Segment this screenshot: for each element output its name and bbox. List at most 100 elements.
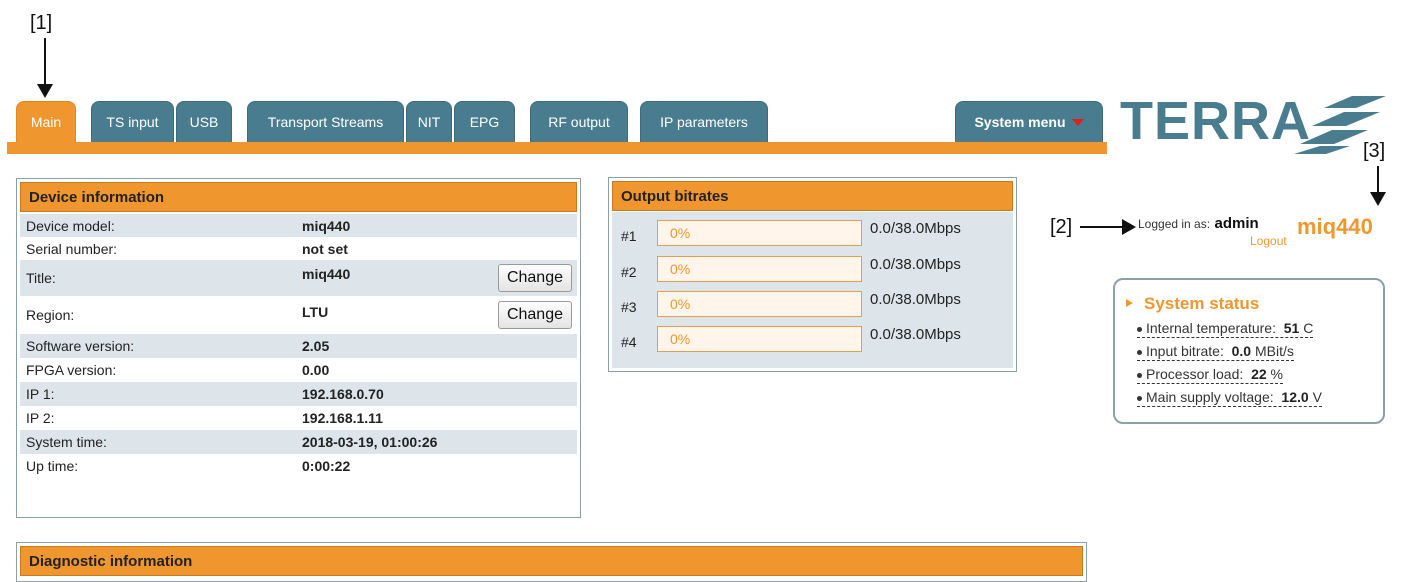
bitrate-value: 0.0/38.0Mbps [870,291,961,308]
bitrate-bar: 0% [657,256,862,282]
device-information-title: Device information [20,182,577,212]
callout-1-arrowhead [37,84,53,98]
status-unit: C [1303,320,1314,336]
dropdown-arrow-icon [1071,118,1084,126]
status-label: Input bitrate: [1146,343,1224,359]
system-menu-button[interactable]: System menu [955,101,1103,142]
status-value: 12.0 [1281,389,1309,405]
device-model-row: Device model: miq440 [20,214,577,237]
diagnostic-information-panel: Diagnostic information [16,542,1087,582]
tab-main[interactable]: Main [16,101,76,142]
change-region-button[interactable]: Change [497,301,572,329]
tab-transport-streams[interactable]: Transport Streams [247,101,404,142]
main-supply-voltage-item: Main supply voltage: 12.0 V [1137,389,1322,407]
processor-load-item: Processor load: 22 % [1137,366,1283,384]
bitrate-row-4: #4 0% 0.0/38.0Mbps [612,324,1013,358]
bitrate-value: 0.0/38.0Mbps [870,220,961,237]
system-status-title: System status [1144,294,1260,313]
device-name: miq440 [1297,214,1373,239]
ip2-label: IP 2: [26,410,55,426]
ip1-value: 192.168.0.70 [302,386,384,402]
input-bitrate-item: Input bitrate: 0.0 MBit/s [1137,343,1294,361]
bullet-icon [1137,372,1142,378]
fpga-version-row: FPGA version: 0.00 [20,358,577,382]
bitrate-row-2: #2 0% 0.0/38.0Mbps [612,254,1013,288]
logged-in-user: admin [1214,215,1259,232]
tab-usb[interactable]: USB [176,101,232,142]
logged-in-label: Logged in as: [1138,217,1211,231]
title-label: Title: [26,270,56,286]
callout-1: [1] [30,12,53,34]
serial-number-value: not set [302,240,348,257]
ip1-label: IP 1: [26,386,55,402]
device-information-panel: Device information Device model: miq440 S… [16,178,581,518]
software-version-value: 2.05 [302,338,330,354]
software-version-row: Software version: 2.05 [20,334,577,358]
ip2-row: IP 2: 192.168.1.11 [20,406,577,430]
output-bitrates-panel: Output bitrates #1 0% 0.0/38.0Mbps #2 0%… [608,177,1017,372]
callout-2-arrowhead [1122,219,1136,235]
tab-rf-output[interactable]: RF output [530,101,628,142]
software-version-label: Software version: [26,338,135,354]
bitrate-num: #3 [621,299,637,315]
system-status-box: System status Internal temperature: 51 C… [1113,278,1385,424]
status-unit: V [1312,389,1322,405]
up-time-value: 0:00:22 [302,458,351,474]
tab-bar-underline [7,142,1107,154]
bitrate-bar: 0% [657,220,862,246]
region-label: Region: [26,307,75,323]
ip2-value: 192.168.1.11 [302,410,383,426]
up-time-label: Up time: [26,458,79,474]
fpga-version-value: 0.00 [302,362,330,378]
ip1-row: IP 1: 192.168.0.70 [20,382,577,406]
device-model-value: miq440 [302,217,351,234]
bitrate-value: 0.0/38.0Mbps [870,326,961,343]
system-menu-label: System menu [974,114,1066,130]
tab-ts-input[interactable]: TS input [91,101,174,142]
logout-link[interactable]: Logout [1250,234,1287,248]
region-value: LTU [302,304,329,320]
login-info: Logged in as: admin [1138,215,1288,233]
bitrate-num: #2 [621,264,637,280]
terra-logo: TERRA [1120,91,1311,151]
bitrate-bar: 0% [657,291,862,317]
triangle-right-icon [1126,299,1133,307]
status-unit: MBit/s [1254,343,1294,359]
fpga-version-label: FPGA version: [26,362,117,378]
callout-2-arrow [1080,226,1126,228]
system-time-label: System time: [26,434,107,450]
callout-3-arrowhead [1370,192,1386,206]
status-label: Internal temperature: [1146,320,1276,336]
serial-number-row: Serial number: not set [20,237,577,260]
diagnostic-information-title: Diagnostic information [20,546,1083,576]
change-title-button[interactable]: Change [497,264,572,292]
status-label: Main supply voltage: [1146,389,1274,405]
region-row: Region: LTU Change [20,296,577,334]
status-unit: % [1270,366,1283,382]
callout-2: [2] [1050,216,1073,238]
system-time-row: System time: 2018-03-19, 01:00:26 [20,430,577,454]
terra-logo-stripes-icon [1294,96,1386,154]
device-model-label: Device model: [26,217,115,234]
output-bitrates-title: Output bitrates [612,181,1013,211]
bitrate-row-3: #3 0% 0.0/38.0Mbps [612,289,1013,323]
status-value: 22 [1251,366,1267,382]
title-row: Title: miq440 Change [20,260,577,296]
internal-temperature-item: Internal temperature: 51 C [1137,320,1314,338]
title-value: miq440 [302,266,351,282]
bitrate-bar: 0% [657,326,862,352]
tab-ip-parameters[interactable]: IP parameters [640,101,768,142]
status-value: 0.0 [1231,343,1252,359]
bullet-icon [1137,395,1142,401]
tab-nit[interactable]: NIT [406,101,452,142]
bitrate-row-1: #1 0% 0.0/38.0Mbps [612,218,1013,252]
up-time-row: Up time: 0:00:22 [20,454,577,478]
bullet-icon [1137,326,1142,332]
callout-1-arrow [44,38,46,90]
tab-epg[interactable]: EPG [454,101,515,142]
bitrate-value: 0.0/38.0Mbps [870,256,961,273]
bitrate-num: #4 [621,334,637,350]
serial-number-label: Serial number: [26,240,118,257]
status-value: 51 [1283,320,1300,336]
bitrate-num: #1 [621,228,637,244]
